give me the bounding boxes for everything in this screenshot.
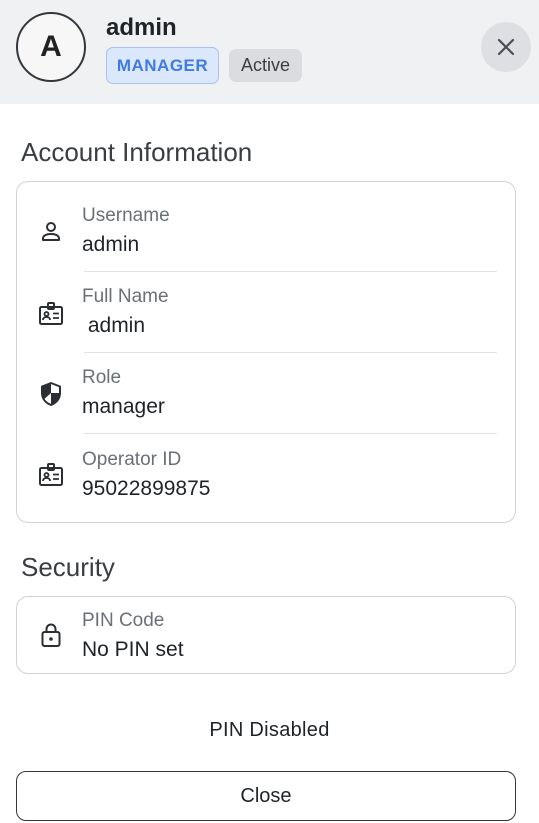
profile-header: A admin MANAGER Active	[0, 0, 539, 104]
close-button[interactable]: Close	[16, 771, 516, 821]
user-name: admin	[106, 14, 177, 41]
security-card: PIN Code No PIN set	[16, 596, 516, 674]
role-label: Role	[82, 367, 122, 388]
security-section-title: Security	[21, 552, 115, 582]
operator-id-value: 95022899875	[82, 477, 211, 500]
avatar: A	[16, 12, 86, 82]
full-name-label: Full Name	[82, 286, 169, 307]
role-row: Role manager	[17, 352, 515, 433]
pin-code-value: No PIN set	[82, 638, 184, 661]
username-label: Username	[82, 205, 170, 226]
avatar-initial: A	[40, 30, 62, 63]
id-badge-icon	[38, 301, 64, 327]
lock-icon	[38, 622, 64, 648]
username-row: Username admin	[17, 182, 515, 271]
full-name-row: Full Name admin	[17, 271, 515, 352]
full-name-value: admin	[82, 314, 146, 337]
close-dialog-button[interactable]	[481, 22, 531, 72]
shield-icon	[38, 381, 64, 407]
close-icon	[497, 38, 515, 56]
role-badge: MANAGER	[106, 47, 219, 84]
role-value: manager	[82, 395, 165, 418]
pin-code-label: PIN Code	[82, 610, 165, 631]
person-icon	[38, 218, 64, 244]
status-badge: Active	[229, 49, 302, 82]
id-badge-icon	[38, 462, 64, 488]
account-info-card: Username admin Full Name admin Role mana…	[16, 181, 516, 523]
operator-id-row: Operator ID 95022899875	[17, 433, 515, 523]
username-value: admin	[82, 233, 140, 256]
pin-code-row: PIN Code No PIN set	[17, 597, 515, 675]
pin-status-text: PIN Disabled	[209, 719, 330, 741]
account-section-title: Account Information	[21, 137, 253, 167]
operator-id-label: Operator ID	[82, 449, 182, 470]
